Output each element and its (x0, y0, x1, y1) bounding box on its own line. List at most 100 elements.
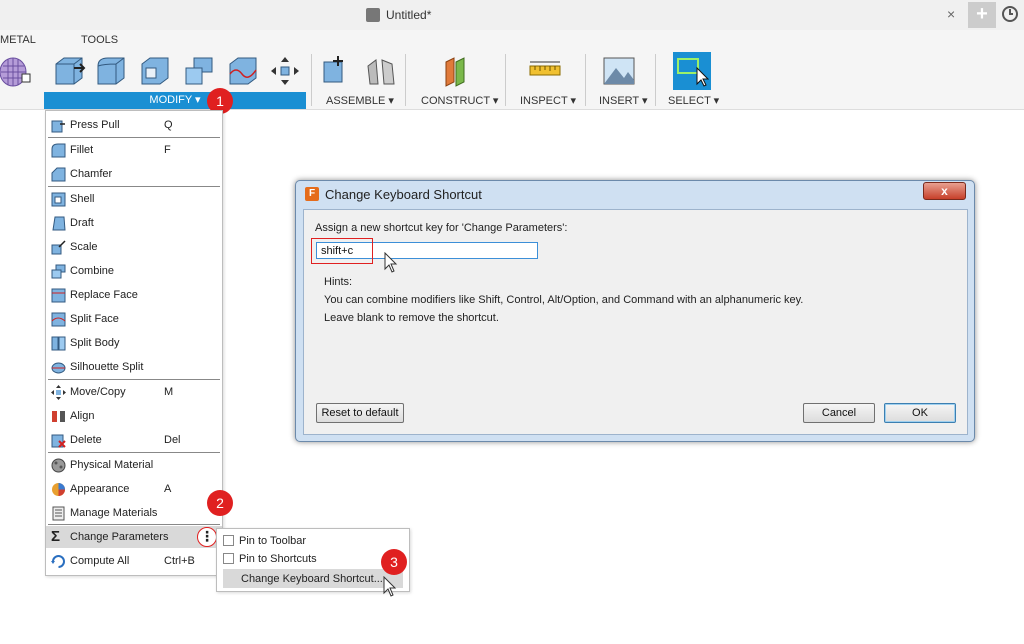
silhouette-split-icon (51, 360, 66, 375)
menu-item-label: Delete (70, 434, 102, 446)
inspect-menu-button[interactable]: INSPECT ▾ (520, 94, 576, 107)
shell-tool-icon[interactable] (138, 54, 172, 88)
modify-dropdown-menu: Press Pull Q Fillet F Chamfer Shell Draf… (45, 110, 223, 576)
close-tab-icon[interactable]: × (947, 6, 955, 22)
step-badge-2: 2 (207, 490, 233, 516)
menu-item-label: Scale (70, 241, 98, 253)
new-tab-button[interactable]: + (968, 2, 996, 28)
cancel-button[interactable]: Cancel (803, 403, 875, 423)
menu-divider (48, 186, 220, 187)
shortcut-key: A (164, 483, 172, 495)
menu-item-silhouette-split[interactable]: Silhouette Split (46, 356, 222, 378)
menu-item-combine[interactable]: Combine (46, 260, 222, 282)
change-keyboard-shortcut-option[interactable]: Change Keyboard Shortcut... (223, 569, 403, 588)
insert-menu-button[interactable]: INSERT ▾ (599, 94, 648, 107)
select-tool-icon[interactable] (673, 52, 711, 90)
ribbon-divider (405, 54, 406, 106)
pin-toolbar-checkbox[interactable] (223, 535, 234, 546)
menu-item-label: Replace Face (70, 289, 138, 301)
menu-item-label: Chamfer (70, 168, 113, 180)
pin-to-toolbar-option[interactable]: Pin to Toolbar (217, 531, 409, 550)
more-options-button[interactable]: ⋮ (197, 527, 217, 547)
assemble-menu-button[interactable]: ASSEMBLE ▾ (326, 94, 394, 107)
menu-item-split-body[interactable]: Split Body (46, 332, 222, 354)
shortcut-key: F (164, 144, 171, 156)
input-highlight-box (311, 238, 373, 264)
menu-item-shell[interactable]: Shell (46, 188, 222, 210)
menu-item-label: Change Parameters (70, 531, 169, 543)
title-bar: Untitled* × + (0, 0, 1024, 30)
fillet-tool-icon[interactable] (94, 54, 128, 88)
menu-item-draft[interactable]: Draft (46, 212, 222, 234)
menu-item-fillet[interactable]: Fillet F (46, 139, 222, 161)
split-body-icon (51, 336, 66, 351)
move-tool-icon[interactable] (268, 54, 302, 88)
dialog-body: Assign a new shortcut key for 'Change Pa… (303, 209, 968, 435)
press-pull-tool-icon[interactable] (52, 54, 86, 88)
menu-item-label: Split Body (70, 337, 120, 349)
tab-sheet-metal[interactable]: METAL (0, 34, 36, 46)
menu-item-label: Manage Materials (70, 507, 158, 519)
dialog-prompt: Assign a new shortcut key for 'Change Pa… (315, 222, 568, 234)
menu-item-press-pull[interactable]: Press Pull Q (46, 114, 222, 136)
split-face-icon (51, 312, 66, 327)
menu-divider (48, 524, 220, 525)
combine-tool-icon[interactable] (182, 54, 216, 88)
menu-item-manage-materials[interactable]: Manage Materials (46, 502, 222, 524)
split-face-tool-icon[interactable] (226, 54, 260, 88)
reset-to-default-button[interactable]: Reset to default (316, 403, 404, 423)
offset-plane-icon[interactable] (440, 54, 474, 88)
joint-tool-icon[interactable] (364, 54, 398, 88)
menu-item-label: Compute All (70, 555, 130, 567)
menu-item-delete[interactable]: Delete Del (46, 429, 222, 451)
ok-button[interactable]: OK (884, 403, 956, 423)
menu-item-move-copy[interactable]: Move/Copy M (46, 381, 222, 403)
ribbon-divider (655, 54, 656, 106)
construct-menu-button[interactable]: CONSTRUCT ▾ (421, 94, 498, 107)
ribbon-divider (505, 54, 506, 106)
menu-item-physical-material[interactable]: Physical Material (46, 454, 222, 476)
mouse-cursor-icon (383, 576, 397, 597)
menu-item-label: Press Pull (70, 119, 120, 131)
form-grid-icon[interactable] (0, 54, 34, 88)
hint-text: You can combine modifiers like Shift, Co… (324, 294, 804, 306)
menu-item-split-face[interactable]: Split Face (46, 308, 222, 330)
pin-shortcuts-label: Pin to Shortcuts (239, 553, 317, 565)
appearance-icon (51, 482, 66, 497)
insert-image-icon[interactable] (602, 54, 636, 88)
measure-ruler-icon[interactable] (528, 54, 562, 88)
sigma-icon: Σ (51, 528, 61, 545)
menu-item-scale[interactable]: Scale (46, 236, 222, 258)
select-menu-button[interactable]: SELECT ▾ (668, 94, 719, 107)
scale-icon (51, 240, 66, 255)
menu-item-label: Fillet (70, 144, 94, 156)
menu-item-align[interactable]: Align (46, 405, 222, 427)
menu-item-compute-all[interactable]: Compute All Ctrl+B (46, 550, 222, 572)
dialog-close-button[interactable]: x (923, 182, 966, 200)
history-clock-icon[interactable] (1000, 4, 1024, 26)
new-component-icon[interactable] (320, 54, 354, 88)
document-icon (366, 8, 380, 22)
menu-item-label: Split Face (70, 313, 119, 325)
menu-item-appearance[interactable]: Appearance A (46, 478, 222, 500)
menu-item-label: Physical Material (70, 459, 154, 471)
menu-item-label: Align (70, 410, 95, 422)
pin-to-shortcuts-option[interactable]: Pin to Shortcuts (217, 549, 409, 568)
ribbon-divider (311, 54, 312, 106)
menu-item-label: Combine (70, 265, 115, 277)
menu-item-label: Shell (70, 193, 95, 205)
physical-material-icon (51, 458, 66, 473)
menu-item-change-parameters[interactable]: Σ Change Parameters (46, 526, 222, 548)
pin-shortcuts-checkbox[interactable] (223, 553, 234, 564)
tab-tools[interactable]: TOOLS (81, 34, 118, 46)
shortcut-key: Ctrl+B (164, 555, 195, 567)
chamfer-icon (51, 167, 66, 182)
modify-menu-button[interactable]: MODIFY ▾ (44, 92, 306, 109)
dialog-title: Change Keyboard Shortcut (325, 187, 482, 202)
menu-item-chamfer[interactable]: Chamfer (46, 163, 222, 185)
pin-toolbar-label: Pin to Toolbar (239, 535, 307, 547)
menu-item-replace-face[interactable]: Replace Face (46, 284, 222, 306)
replace-face-icon (51, 288, 66, 303)
move-copy-icon (51, 385, 66, 400)
draft-icon (51, 216, 66, 231)
